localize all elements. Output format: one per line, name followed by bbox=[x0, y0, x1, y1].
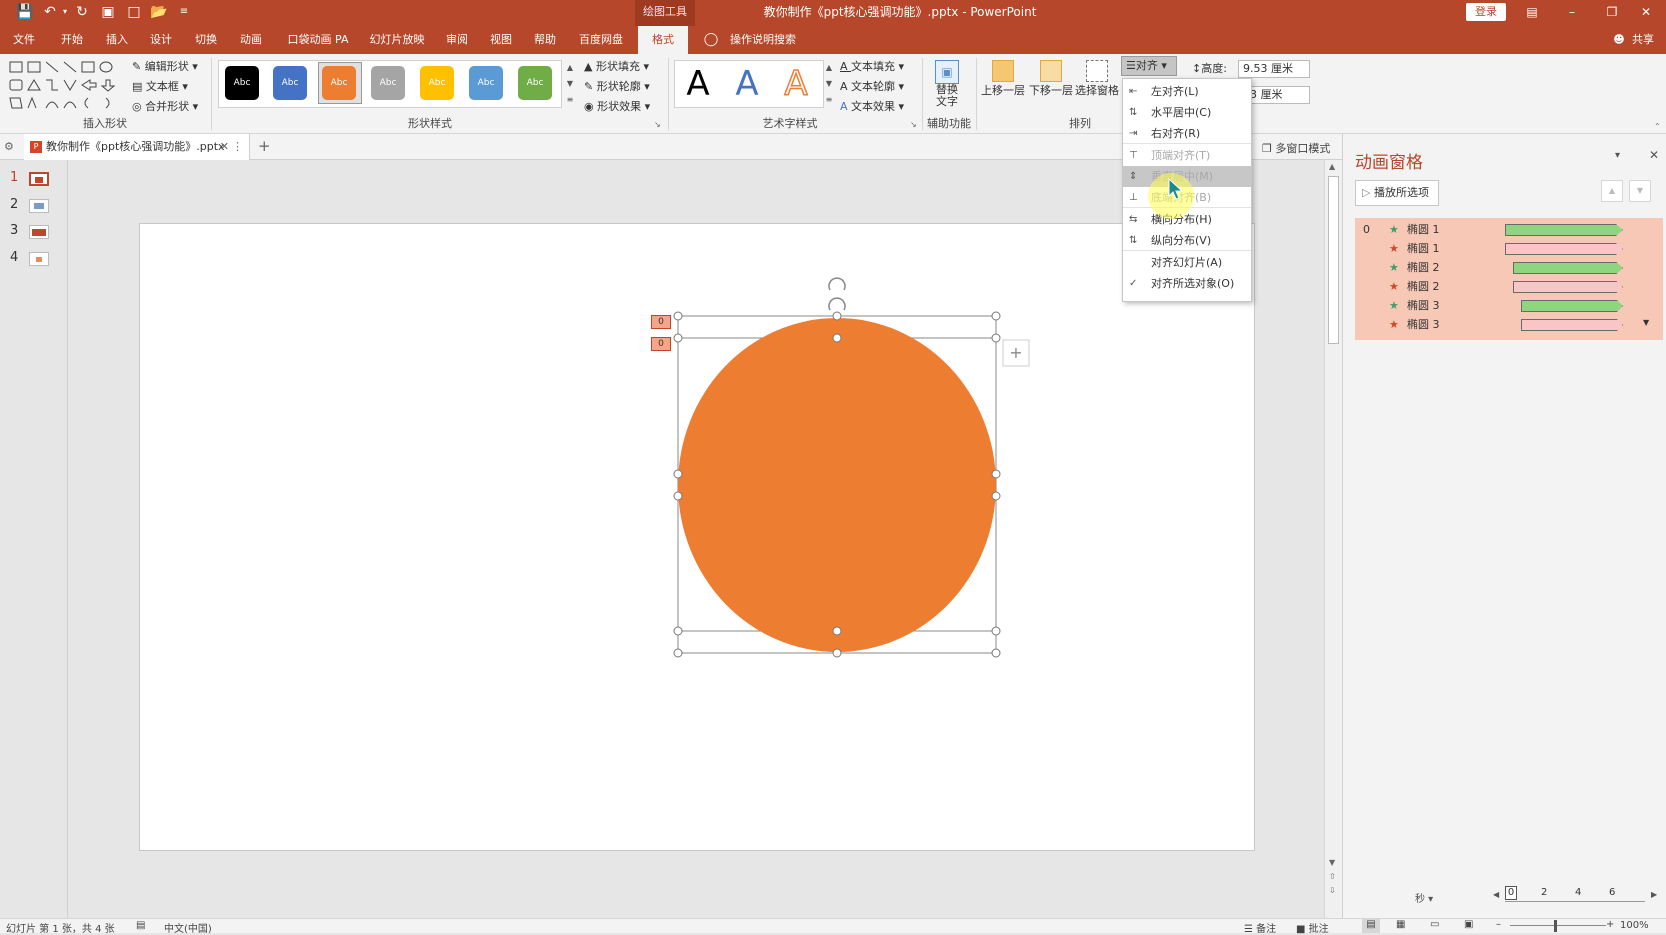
timeline-ruler: 0 2 4 6 bbox=[1505, 886, 1645, 902]
expand-icon[interactable]: ▼ bbox=[1643, 318, 1649, 327]
align-middle-icon: ⇕ bbox=[1129, 171, 1138, 182]
emphasis-star-icon: ★ bbox=[1389, 299, 1399, 312]
animation-name: 椭圆 3 bbox=[1407, 299, 1440, 312]
previous-slide-icon[interactable]: ⇧ bbox=[1329, 872, 1336, 881]
timing-bar[interactable] bbox=[1521, 300, 1623, 312]
animation-name: 椭圆 1 bbox=[1407, 223, 1440, 236]
slideshow-view-icon[interactable]: ▣ bbox=[1464, 919, 1473, 930]
timeline-left-icon[interactable]: ◀ bbox=[1493, 890, 1499, 899]
animation-name: 椭圆 3 bbox=[1407, 318, 1440, 331]
zoom-in-icon[interactable]: + bbox=[1606, 919, 1614, 930]
rotate-handle-icon bbox=[828, 277, 846, 311]
scroll-down-icon[interactable]: ▼ bbox=[1329, 858, 1335, 867]
align-right-icon: ⇥ bbox=[1129, 128, 1138, 139]
next-slide-icon[interactable]: ⇩ bbox=[1329, 886, 1336, 895]
align-menu-item[interactable]: 对齐幻灯片(A) bbox=[1123, 252, 1251, 273]
timing-bar[interactable] bbox=[1505, 243, 1623, 255]
align-menu-item[interactable]: ✓ 对齐所选对象(O) bbox=[1123, 273, 1251, 294]
slide-sorter-icon[interactable]: ▦ bbox=[1396, 919, 1405, 930]
align-menu-item[interactable]: ⊤ 顶端对齐(T) bbox=[1123, 145, 1251, 166]
animation-name: 椭圆 2 bbox=[1407, 261, 1440, 274]
vertical-scrollbar[interactable]: ▲ ▼ ⇧ ⇩ bbox=[1324, 160, 1342, 918]
animation-pane-title: 动画窗格 bbox=[1355, 153, 1423, 173]
zoom-slider-thumb[interactable] bbox=[1554, 920, 1557, 932]
animation-name: 椭圆 1 bbox=[1407, 242, 1440, 255]
timing-bar[interactable] bbox=[1513, 281, 1623, 293]
exit-star-icon: ★ bbox=[1389, 280, 1399, 293]
scroll-thumb[interactable] bbox=[1328, 176, 1339, 344]
align-bottom-icon: ⊥ bbox=[1129, 192, 1138, 203]
timing-bar[interactable] bbox=[1513, 262, 1623, 274]
align-left-icon: ⇤ bbox=[1129, 86, 1138, 97]
pane-options-icon[interactable]: ▾ bbox=[1615, 150, 1620, 161]
animation-tag[interactable]: 0 bbox=[651, 337, 671, 351]
zoom-out-icon[interactable]: – bbox=[1496, 919, 1501, 930]
animation-row[interactable]: ★ 椭圆 1 bbox=[1355, 239, 1663, 259]
timing-bar[interactable] bbox=[1521, 319, 1623, 331]
timeline-tick: 2 bbox=[1541, 887, 1548, 898]
orange-circle bbox=[678, 318, 996, 652]
align-top-icon: ⊤ bbox=[1129, 150, 1138, 161]
move-down-icon[interactable]: ▼ bbox=[1629, 180, 1651, 202]
status-bar: 幻灯片 第 1 张，共 4 张 ▤ 中文(中国) ☰ 备注 ■ 批注 ▤ ▦ ▭… bbox=[0, 918, 1666, 935]
scroll-up-icon[interactable]: ▲ bbox=[1329, 162, 1335, 171]
emphasis-star-icon: ★ bbox=[1389, 261, 1399, 274]
align-center-icon: ⇅ bbox=[1129, 107, 1138, 118]
play-icon: ▷ bbox=[1362, 186, 1374, 199]
animation-name: 椭圆 2 bbox=[1407, 280, 1440, 293]
move-up-icon[interactable]: ▲ bbox=[1601, 180, 1623, 202]
align-menu-item[interactable]: ⇅ 纵向分布(V) bbox=[1123, 230, 1251, 251]
exit-star-icon: ★ bbox=[1389, 318, 1399, 331]
animation-row[interactable]: ★ 椭圆 2 bbox=[1355, 277, 1663, 297]
animation-pane: 动画窗格 ▾ ✕ ▷ 播放所选项 ▲ ▼ 0 ★ 椭圆 1 ★ 椭圆 1 ★ 椭圆 2 ★ 椭圆… bbox=[1342, 134, 1666, 918]
align-menu-item[interactable]: ⇅ 水平居中(C) bbox=[1123, 102, 1251, 123]
distribute-vertical-icon: ⇅ bbox=[1129, 235, 1138, 246]
mouse-cursor-icon bbox=[1168, 178, 1184, 200]
align-menu-item[interactable]: ⇤ 左对齐(L) bbox=[1123, 81, 1251, 102]
timeline-tick: 4 bbox=[1575, 887, 1582, 898]
play-selected-button[interactable]: ▷ 播放所选项 bbox=[1355, 180, 1439, 206]
timing-bar[interactable] bbox=[1505, 224, 1623, 236]
menu-separator bbox=[1123, 143, 1251, 144]
animation-row[interactable]: ★ 椭圆 3 bbox=[1355, 315, 1663, 335]
reading-view-icon[interactable]: ▭ bbox=[1430, 919, 1439, 930]
check-icon: ✓ bbox=[1129, 278, 1138, 289]
animation-rows: 0 ★ 椭圆 1 ★ 椭圆 1 ★ 椭圆 2 ★ 椭圆 2 ★ 椭圆 3 ★ 椭圆 3 ▼ bbox=[1355, 218, 1663, 340]
align-menu-item[interactable]: ⇥ 右对齐(R) bbox=[1123, 123, 1251, 144]
emphasis-star-icon: ★ bbox=[1389, 223, 1399, 236]
svg-text:+: + bbox=[1009, 343, 1022, 362]
normal-view-icon[interactable]: ▤ bbox=[1362, 919, 1380, 933]
timeline-marker[interactable]: 0 bbox=[1505, 886, 1517, 900]
spellcheck-icon[interactable]: ▤ bbox=[136, 920, 145, 931]
seconds-dropdown[interactable]: 秒 ▾ bbox=[1415, 890, 1433, 905]
close-pane-icon[interactable]: ✕ bbox=[1649, 148, 1659, 162]
animation-row[interactable]: ★ 椭圆 2 bbox=[1355, 258, 1663, 278]
zoom-slider[interactable] bbox=[1510, 925, 1606, 926]
animation-row[interactable]: ★ 椭圆 3 bbox=[1355, 296, 1663, 316]
timeline-right-icon[interactable]: ▶ bbox=[1651, 890, 1657, 899]
animation-tag[interactable]: 0 bbox=[651, 315, 671, 329]
zoom-level[interactable]: 100% bbox=[1620, 920, 1649, 931]
menu-separator bbox=[1123, 250, 1251, 251]
timeline-tick: 6 bbox=[1609, 887, 1616, 898]
animation-row[interactable]: 0 ★ 椭圆 1 bbox=[1355, 220, 1663, 240]
animation-index: 0 bbox=[1363, 223, 1370, 236]
distribute-horizontal-icon: ⇆ bbox=[1129, 214, 1138, 225]
exit-star-icon: ★ bbox=[1389, 242, 1399, 255]
